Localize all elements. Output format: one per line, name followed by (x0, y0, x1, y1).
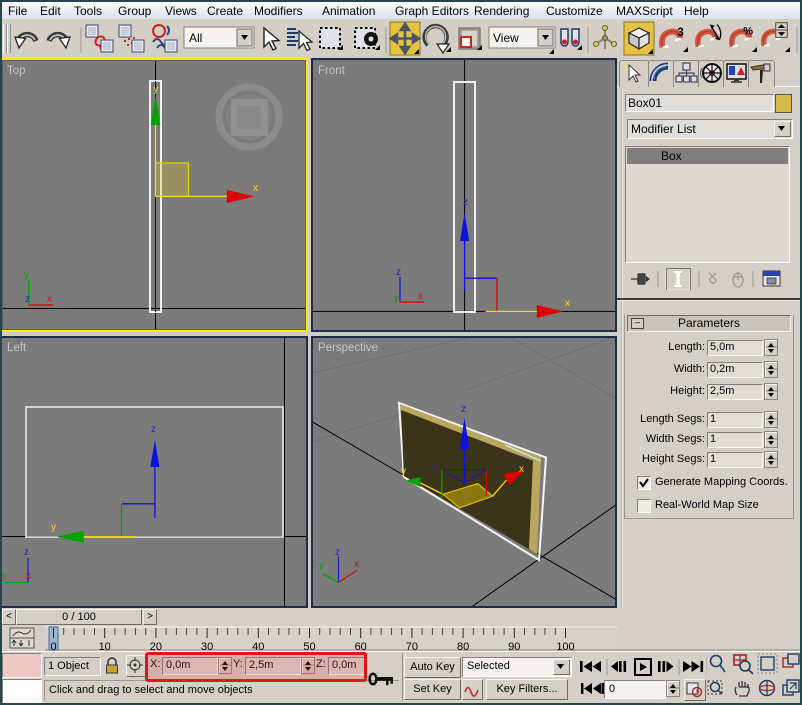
svg-text:0: 0 (50, 641, 56, 651)
svg-text:y: y (24, 270, 29, 281)
svg-text:View: View (493, 31, 519, 45)
svg-text:y: y (2, 571, 7, 582)
svg-text:y: y (394, 293, 399, 304)
svg-text:y: y (401, 466, 406, 477)
svg-text:x: x (253, 183, 258, 194)
svg-text:z: z (461, 404, 466, 415)
svg-text:z: z (151, 424, 156, 435)
svg-text:Perspective: Perspective (318, 342, 378, 354)
svg-text:Top: Top (7, 65, 26, 77)
svg-text:x: x (26, 571, 31, 582)
svg-text:x: x (565, 298, 570, 309)
svg-text:x: x (354, 559, 359, 570)
svg-text:z: z (24, 547, 29, 558)
svg-text:3: 3 (677, 27, 683, 39)
svg-text:y: y (51, 522, 56, 533)
svg-text:Left: Left (7, 342, 27, 354)
svg-text:z: z (335, 547, 340, 558)
svg-text:40: 40 (252, 641, 264, 651)
svg-text:50: 50 (303, 641, 315, 651)
svg-text:z: z (463, 197, 468, 208)
svg-text:Front: Front (318, 65, 346, 77)
svg-text:60: 60 (355, 641, 367, 651)
svg-text:90: 90 (508, 641, 520, 651)
svg-text:x: x (418, 291, 423, 302)
svg-text:100: 100 (556, 641, 574, 651)
svg-text:20: 20 (150, 641, 162, 651)
svg-text:z: z (396, 267, 401, 278)
svg-text:10: 10 (99, 641, 111, 651)
svg-text:70: 70 (406, 641, 418, 651)
svg-text:y: y (319, 560, 324, 571)
svg-text:80: 80 (457, 641, 469, 651)
svg-text:z: z (25, 294, 30, 305)
svg-text:%: % (743, 26, 753, 38)
svg-text:x: x (519, 464, 524, 475)
svg-text:All: All (189, 31, 202, 45)
svg-text:y: y (154, 84, 159, 95)
svg-text:x: x (47, 294, 52, 305)
svg-text:30: 30 (201, 641, 213, 651)
